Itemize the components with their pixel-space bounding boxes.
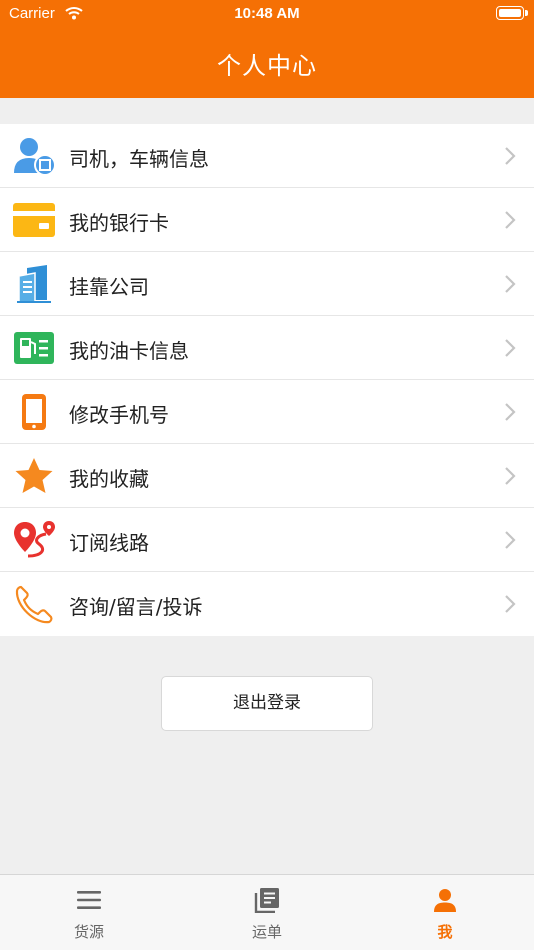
menu-item-label: 我的银行卡 xyxy=(69,211,169,235)
fuel-card-icon xyxy=(14,332,54,364)
menu-item-favorites[interactable]: 我的收藏 xyxy=(0,444,534,508)
menu-item-label: 订阅线路 xyxy=(69,531,149,555)
menu-item-label: 司机，车辆信息 xyxy=(69,147,209,171)
status-time: 10:48 AM xyxy=(234,5,300,22)
menu-item-subscribe-routes[interactable]: 订阅线路 xyxy=(0,508,534,572)
menu-item-bank-card[interactable]: 我的银行卡 xyxy=(0,188,534,252)
menu-item-label: 咨询/留言/投诉 xyxy=(69,595,203,619)
tab-label: 货源 xyxy=(73,923,104,941)
tab-waybill[interactable]: 运单 xyxy=(178,875,356,950)
route-pin-icon xyxy=(14,521,55,558)
tab-me[interactable]: 我 xyxy=(356,875,534,950)
menu-item-affiliated-company[interactable]: 挂靠公司 xyxy=(0,252,534,316)
bank-card-icon xyxy=(13,203,55,237)
menu-list: 司机，车辆信息 我的银行卡 挂靠公司 我的油卡信息 修改手机号 我的收藏 订阅线… xyxy=(0,124,534,636)
menu-item-change-phone[interactable]: 修改手机号 xyxy=(0,380,534,444)
chevron-right-icon xyxy=(505,339,516,357)
chevron-right-icon xyxy=(505,467,516,485)
driver-id-icon xyxy=(14,138,55,176)
phone-device-icon xyxy=(22,394,46,430)
chevron-right-icon xyxy=(505,595,516,613)
tab-cargo-source[interactable]: 货源 xyxy=(0,875,178,950)
menu-item-label: 我的收藏 xyxy=(69,467,149,491)
status-bar: Carrier 10:48 AM xyxy=(0,0,534,28)
chevron-right-icon xyxy=(505,275,516,293)
company-building-icon xyxy=(17,265,51,303)
menu-item-driver-vehicle-info[interactable]: 司机，车辆信息 xyxy=(0,124,534,188)
person-icon xyxy=(434,889,456,912)
menu-item-label: 挂靠公司 xyxy=(69,275,149,299)
telephone-icon xyxy=(15,585,53,624)
battery-icon xyxy=(496,6,528,20)
tab-label: 我 xyxy=(437,923,453,941)
menu-item-consult-feedback-complaint[interactable]: 咨询/留言/投诉 xyxy=(0,572,534,636)
waybill-icon xyxy=(254,888,279,913)
star-icon xyxy=(15,458,53,493)
chevron-right-icon xyxy=(505,211,516,229)
header: Carrier 10:48 AM 个人中心 xyxy=(0,0,534,98)
page-title: 个人中心 xyxy=(217,52,317,80)
logout-button[interactable]: 退出登录 xyxy=(161,676,373,731)
menu-item-fuel-card[interactable]: 我的油卡信息 xyxy=(0,316,534,380)
tab-label: 运单 xyxy=(251,923,282,941)
menu-item-label: 修改手机号 xyxy=(69,403,169,427)
menu-item-label: 我的油卡信息 xyxy=(69,339,189,363)
chevron-right-icon xyxy=(505,147,516,165)
tab-bar: 货源 运单 我 xyxy=(0,874,534,950)
chevron-right-icon xyxy=(505,403,516,421)
list-icon xyxy=(77,891,101,909)
chevron-right-icon xyxy=(505,531,516,549)
